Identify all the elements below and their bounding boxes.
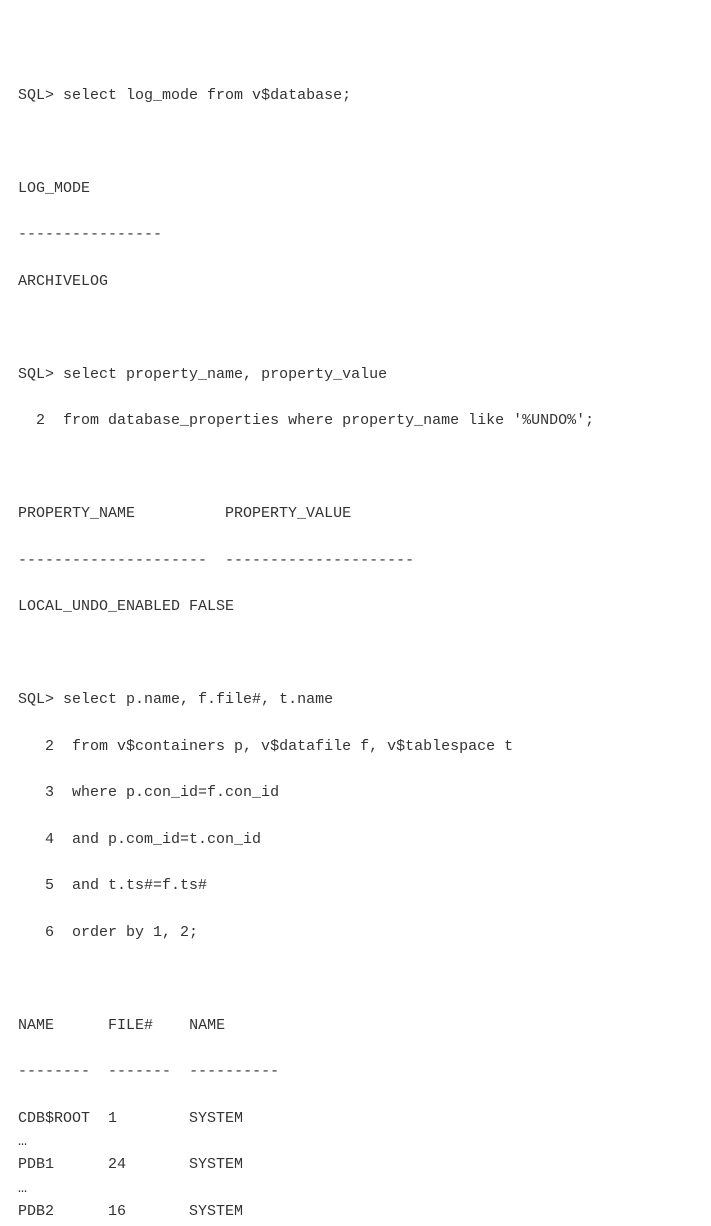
column-header: PROPERTY_NAME [18,505,135,522]
header-rules: --------------------- ------------------… [18,549,693,572]
sql-line-number: 2 [18,738,54,755]
result-row: PDB2 16 SYSTEM [18,1200,693,1223]
column-header: FILE# [108,1017,153,1034]
result-row: LOCAL_UNDO_ENABLED FALSE [18,595,693,618]
column-headers: NAME FILE# NAME [18,1014,693,1037]
result-ellipsis: … [18,1177,693,1200]
sql-statement: select log_mode from v$database; [63,87,351,104]
sql-line-number: 2 [18,412,45,429]
sql-statement: and p.com_id=t.con_id [72,831,261,848]
header-rule: -------- [18,1063,90,1080]
sql-continuation-line: 3 where p.con_id=f.con_id [18,781,693,804]
sql-statement: where p.con_id=f.con_id [72,784,279,801]
header-rule: ---------- [189,1063,279,1080]
sql-statement: select p.name, f.file#, t.name [63,691,333,708]
blank-line [18,967,693,990]
sql-prompt: SQL> [18,87,54,104]
sql-prompt-line: SQL> select p.name, f.file#, t.name [18,688,693,711]
column-headers: PROPERTY_NAME PROPERTY_VALUE [18,502,693,525]
column-header: NAME [18,1017,54,1034]
sql-statement: from v$containers p, v$datafile f, v$tab… [72,738,513,755]
header-rule: ---------------- [18,223,693,246]
sql-continuation-line: 2 from database_properties where propert… [18,409,693,432]
result-ellipsis: … [18,1130,693,1153]
result-row: ARCHIVELOG [18,270,693,293]
header-rule: ------- [108,1063,171,1080]
header-rule: --------------------- [18,552,207,569]
sql-line-number: 3 [18,784,54,801]
blank-line [18,130,693,153]
column-header: LOG_MODE [18,177,693,200]
sql-line-number: 4 [18,831,54,848]
sql-line-number: 6 [18,924,54,941]
sql-line-number: 5 [18,877,54,894]
sql-statement: and t.ts#=f.ts# [72,877,207,894]
sql-prompt-line: SQL> select log_mode from v$database; [18,84,693,107]
sql-statement: from database_properties where property_… [63,412,594,429]
column-header: PROPERTY_VALUE [225,505,351,522]
sql-continuation-line: 6 order by 1, 2; [18,921,693,944]
header-rule: --------------------- [225,552,414,569]
sql-continuation-line: 4 and p.com_id=t.con_id [18,828,693,851]
result-row: CDB$ROOT 1 SYSTEM [18,1107,693,1130]
result-row: PDB1 24 SYSTEM [18,1153,693,1176]
sql-continuation-line: 5 and t.ts#=f.ts# [18,874,693,897]
sql-statement: order by 1, 2; [72,924,198,941]
blank-line [18,316,693,339]
sql-prompt-line: SQL> select property_name, property_valu… [18,363,693,386]
sql-prompt: SQL> [18,691,54,708]
blank-line [18,456,693,479]
sql-continuation-line: 2 from v$containers p, v$datafile f, v$t… [18,735,693,758]
sql-prompt: SQL> [18,366,54,383]
sql-statement: select property_name, property_value [63,366,387,383]
header-rules: -------- ------- ---------- [18,1060,693,1083]
blank-line [18,642,693,665]
column-header: NAME [189,1017,225,1034]
